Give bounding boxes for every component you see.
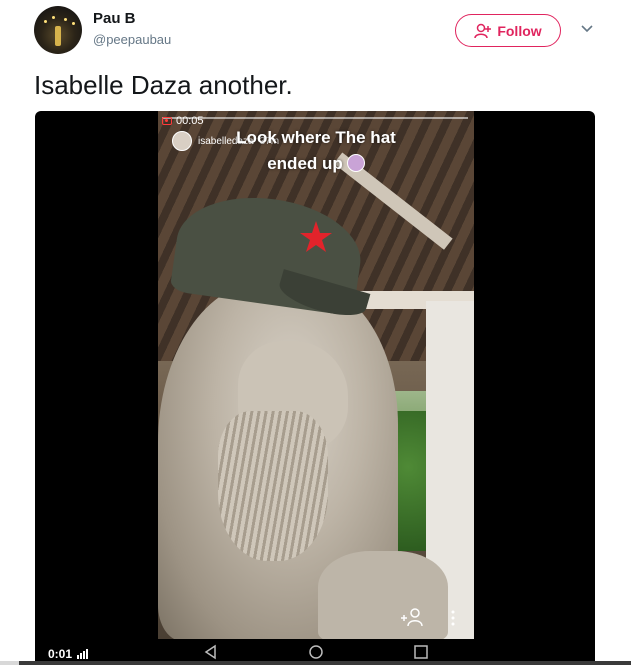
volume-bars-icon[interactable] — [77, 649, 89, 659]
emoji-icon — [346, 154, 365, 172]
story-caption: Look where The hat ended up — [158, 125, 474, 177]
tweet-header: Pau B @peepaubau Follow — [0, 0, 631, 62]
author-avatar[interactable] — [34, 6, 82, 54]
follow-button[interactable]: Follow — [455, 14, 561, 47]
author-handle[interactable]: @peepaubau — [93, 32, 171, 47]
chevron-down-icon[interactable] — [580, 24, 594, 34]
back-icon — [204, 644, 216, 660]
video-progress-fill — [0, 661, 19, 665]
story-progress-bar — [162, 117, 468, 119]
record-icon — [162, 117, 172, 125]
add-friend-icon — [401, 608, 423, 627]
tweet-text: Isabelle Daza another. — [34, 70, 293, 100]
video-player[interactable]: 00:05 isabelledaza 37m Look where The ha… — [35, 111, 595, 665]
video-frame[interactable]: 00:05 isabelledaza 37m Look where The ha… — [158, 111, 474, 639]
story-caption-line1: Look where The hat — [236, 128, 396, 147]
more-vertical-icon — [451, 610, 455, 626]
red-star-icon — [300, 221, 332, 252]
author-display-name[interactable]: Pau B — [93, 10, 136, 27]
add-user-icon — [474, 23, 492, 38]
video-progress-track[interactable] — [0, 661, 631, 665]
elapsed-time: 0:01 — [48, 647, 73, 661]
recents-icon — [414, 645, 429, 659]
home-icon — [309, 645, 323, 659]
follow-label: Follow — [497, 22, 542, 39]
story-caption-line2: ended up — [267, 154, 343, 173]
